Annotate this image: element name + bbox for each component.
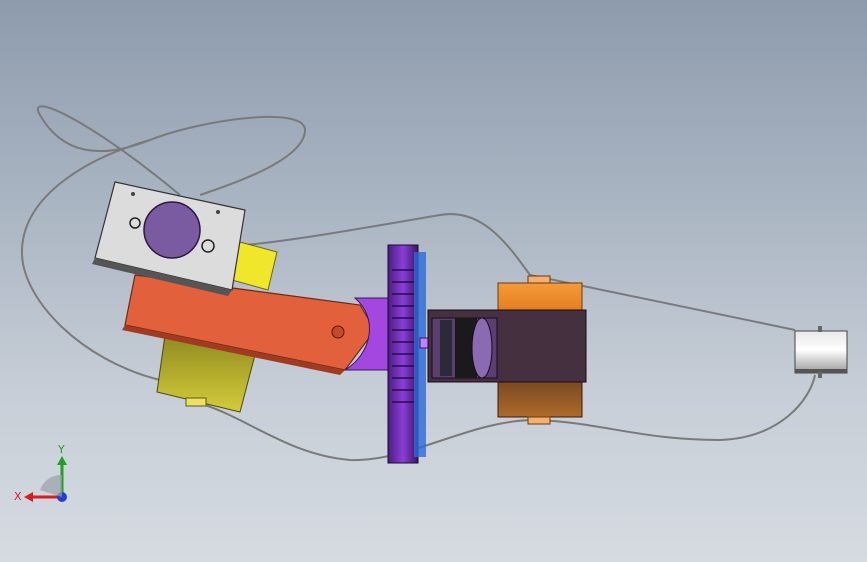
motor-mount-plate[interactable]: [92, 181, 246, 296]
brown-bottom-block[interactable]: [497, 381, 583, 425]
x-axis-label: X: [14, 490, 22, 503]
y-axis-label: Y: [57, 443, 65, 456]
motor-housing[interactable]: [427, 309, 587, 383]
arm-pivot-hole: [331, 325, 345, 339]
assembly-scene[interactable]: Y X: [0, 0, 867, 562]
motor-cap: [143, 201, 201, 259]
cad-viewport[interactable]: Y X: [0, 0, 867, 562]
coordinate-triad: Y X: [14, 443, 67, 503]
connector-cylinder[interactable]: [794, 326, 848, 378]
orange-top-block[interactable]: [497, 275, 583, 316]
spur-gear[interactable]: [387, 244, 426, 464]
